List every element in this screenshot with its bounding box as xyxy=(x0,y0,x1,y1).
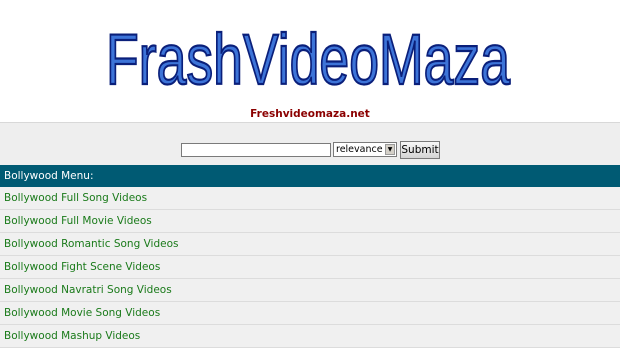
sort-selected-value: relevance xyxy=(336,144,383,155)
menu-item: Bollywood Movie Song Videos xyxy=(0,302,620,325)
logo-text: FrashVideoMaza xyxy=(106,21,510,94)
sort-select[interactable]: relevance ▼ xyxy=(333,142,397,157)
menu-item: Bollywood Full Song Videos xyxy=(0,187,620,210)
menu-item: Bollywood Fight Scene Videos xyxy=(0,256,620,279)
menu-link-navratri-song-videos[interactable]: Bollywood Navratri Song Videos xyxy=(4,284,172,296)
menu-item: Bollywood Mashup Videos xyxy=(0,325,620,348)
menu-header: Bollywood Menu: xyxy=(0,165,620,187)
menu-link-full-movie-videos[interactable]: Bollywood Full Movie Videos xyxy=(4,215,152,227)
menu-link-full-song-videos[interactable]: Bollywood Full Song Videos xyxy=(4,192,147,204)
search-input[interactable] xyxy=(181,143,331,157)
site-logo[interactable]: FrashVideoMaza xyxy=(100,14,520,94)
menu-item: Bollywood Navratri Song Videos xyxy=(0,279,620,302)
menu-link-mashup-videos[interactable]: Bollywood Mashup Videos xyxy=(4,330,140,342)
submit-button[interactable]: Submit xyxy=(400,141,440,159)
menu-link-movie-song-videos[interactable]: Bollywood Movie Song Videos xyxy=(4,307,160,319)
menu-item: Bollywood Romantic Song Videos xyxy=(0,233,620,256)
menu-link-fight-scene-videos[interactable]: Bollywood Fight Scene Videos xyxy=(4,261,160,273)
search-bar: relevance ▼ Submit xyxy=(0,122,620,165)
chevron-down-icon[interactable]: ▼ xyxy=(385,144,395,155)
site-url[interactable]: Freshvideomaza.net xyxy=(0,108,620,120)
menu-link-romantic-song-videos[interactable]: Bollywood Romantic Song Videos xyxy=(4,238,178,250)
menu-list: Bollywood Full Song Videos Bollywood Ful… xyxy=(0,187,620,348)
site-header: FrashVideoMaza xyxy=(0,0,620,106)
menu-item: Bollywood Full Movie Videos xyxy=(0,210,620,233)
